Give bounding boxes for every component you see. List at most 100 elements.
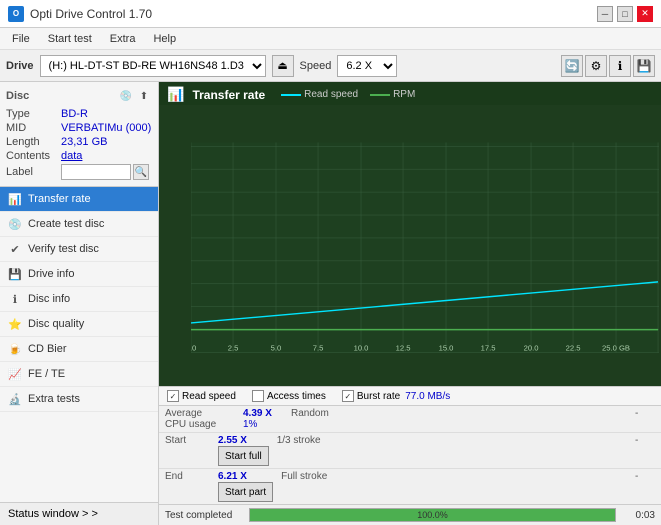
speed-select[interactable]: 6.2 X 4 X 8 X [337, 55, 397, 77]
info-button[interactable]: ℹ [609, 55, 631, 77]
content-area: 📊 Transfer rate Read speed RPM [159, 82, 661, 525]
read-speed-check-label: Read speed [182, 391, 236, 402]
stat-full-label: Full stroke [281, 471, 341, 482]
stat-1-3-label: 1/3 stroke [277, 435, 337, 446]
disc-panel: Disc 💿 ⬆ Type BD-R MID VERBATIMu (000) L… [0, 82, 158, 187]
menubar: File Start test Extra Help [0, 28, 661, 50]
create-test-disc-icon: 💿 [8, 217, 22, 231]
legend-rpm-color [370, 94, 390, 96]
nav-label-fe-te: FE / TE [28, 368, 65, 380]
svg-text:10.0: 10.0 [354, 344, 369, 353]
legend-read-speed-label: Read speed [304, 89, 358, 100]
legend-row: Read speed Access times Burst rate 77.0 … [159, 387, 661, 406]
nav-item-fe-te[interactable]: 📈 FE / TE [0, 362, 158, 387]
sidebar: Disc 💿 ⬆ Type BD-R MID VERBATIMu (000) L… [0, 82, 159, 525]
stats-row-1: Average 4.39 X Random - CPU usage 1% [159, 406, 661, 433]
nav-label-cd-bier: CD Bier [28, 343, 67, 355]
svg-text:20.0: 20.0 [524, 344, 539, 353]
stat-cpu-label: CPU usage [165, 419, 235, 430]
disc-label-label: Label [6, 166, 61, 178]
progress-percent: 100.0% [417, 510, 448, 520]
start-full-button[interactable]: Start full [218, 446, 269, 466]
menu-extra[interactable]: Extra [102, 31, 144, 47]
refresh-button[interactable]: 🔄 [561, 55, 583, 77]
nav-item-transfer-rate[interactable]: 📊 Transfer rate [0, 187, 158, 212]
nav-item-drive-info[interactable]: 💾 Drive info [0, 262, 158, 287]
timer-text: 0:03 [620, 510, 655, 521]
nav-item-create-test-disc[interactable]: 💿 Create test disc [0, 212, 158, 237]
mid-label: MID [6, 122, 61, 134]
svg-text:15.0: 15.0 [439, 344, 454, 353]
nav-item-cd-bier[interactable]: 🍺 CD Bier [0, 337, 158, 362]
legend-read-speed: Read speed [281, 89, 358, 100]
menu-help[interactable]: Help [145, 31, 184, 47]
menu-file[interactable]: File [4, 31, 38, 47]
nav-item-disc-quality[interactable]: ⭐ Disc quality [0, 312, 158, 337]
close-button[interactable]: ✕ [637, 6, 653, 22]
stat-end-value: 6.21 X [218, 471, 258, 482]
status-window-button[interactable]: Status window > > [0, 502, 158, 525]
settings-button[interactable]: ⚙ [585, 55, 607, 77]
status-text: Test completed [165, 510, 245, 521]
type-value: BD-R [61, 108, 88, 120]
disc-info-icon: ℹ [8, 292, 22, 306]
checkbox-burst-rate[interactable]: Burst rate 77.0 MB/s [342, 390, 450, 402]
stat-random-label: Random [291, 408, 351, 419]
legend-rpm-label: RPM [393, 89, 415, 100]
save-button[interactable]: 💾 [633, 55, 655, 77]
nav-items: 📊 Transfer rate 💿 Create test disc ✔ Ver… [0, 187, 158, 502]
disc-icon1[interactable]: 💿 [118, 88, 134, 104]
nav-item-disc-info[interactable]: ℹ Disc info [0, 287, 158, 312]
drive-toolbar: Drive (H:) HL-DT-ST BD-RE WH16NS48 1.D3 … [0, 50, 661, 82]
checkbox-access-times[interactable]: Access times [252, 390, 326, 402]
maximize-button[interactable]: □ [617, 6, 633, 22]
burst-rate-checkbox[interactable] [342, 390, 354, 402]
chart-title-icon: 📊 [167, 86, 184, 103]
progress-area: Test completed 100.0% 0:03 [159, 504, 661, 525]
app-title: Opti Drive Control 1.70 [30, 7, 152, 21]
drive-select[interactable]: (H:) HL-DT-ST BD-RE WH16NS48 1.D3 [40, 55, 266, 77]
label-input[interactable] [61, 164, 131, 180]
access-times-checkbox[interactable] [252, 390, 264, 402]
length-label: Length [6, 136, 61, 148]
svg-text:2.5: 2.5 [228, 344, 239, 353]
eject-button[interactable]: ⏏ [272, 55, 294, 77]
chart-header: 📊 Transfer rate Read speed RPM [159, 82, 661, 105]
stat-average-label: Average [165, 408, 210, 419]
contents-value[interactable]: data [61, 150, 82, 162]
type-label: Type [6, 108, 61, 120]
stat-1-3-value: - [635, 435, 655, 446]
stat-cpu-value: 1% [243, 419, 273, 430]
label-search-button[interactable]: 🔍 [133, 164, 149, 180]
checkbox-read-speed[interactable]: Read speed [167, 390, 236, 402]
stats-row-3: End 6.21 X Full stroke - Start part [159, 469, 661, 504]
verify-test-disc-icon: ✔ [8, 242, 22, 256]
legend-rpm: RPM [370, 89, 415, 100]
disc-icon2[interactable]: ⬆ [136, 88, 152, 104]
svg-text:7.5: 7.5 [313, 344, 324, 353]
svg-text:0.0: 0.0 [191, 344, 196, 353]
chart-title: Transfer rate [192, 88, 265, 102]
chart-legend: Read speed RPM [281, 89, 415, 100]
chart-svg: 18 X 16 X 14 X 12 X 10 X 8 X 6 X 4 X 2 X… [191, 109, 659, 386]
mid-value: VERBATIMu (000) [61, 122, 151, 134]
burst-rate-value: 77.0 MB/s [405, 391, 450, 402]
length-value: 23,31 GB [61, 136, 107, 148]
stat-random-value: - [635, 408, 655, 419]
drive-info-icon: 💾 [8, 267, 22, 281]
nav-label-disc-quality: Disc quality [28, 318, 84, 330]
chart-container: 18 X 16 X 14 X 12 X 10 X 8 X 6 X 4 X 2 X… [159, 105, 661, 386]
stat-end-label: End [165, 471, 210, 482]
stats-area: Read speed Access times Burst rate 77.0 … [159, 386, 661, 504]
nav-label-verify-test-disc: Verify test disc [28, 243, 99, 255]
status-window-label: Status window > > [8, 508, 98, 520]
menu-start-test[interactable]: Start test [40, 31, 100, 47]
nav-item-verify-test-disc[interactable]: ✔ Verify test disc [0, 237, 158, 262]
read-speed-checkbox[interactable] [167, 390, 179, 402]
nav-item-extra-tests[interactable]: 🔬 Extra tests [0, 387, 158, 412]
extra-tests-icon: 🔬 [8, 392, 22, 406]
svg-text:12.5: 12.5 [396, 344, 411, 353]
titlebar: O Opti Drive Control 1.70 ─ □ ✕ [0, 0, 661, 28]
start-part-button[interactable]: Start part [218, 482, 273, 502]
minimize-button[interactable]: ─ [597, 6, 613, 22]
